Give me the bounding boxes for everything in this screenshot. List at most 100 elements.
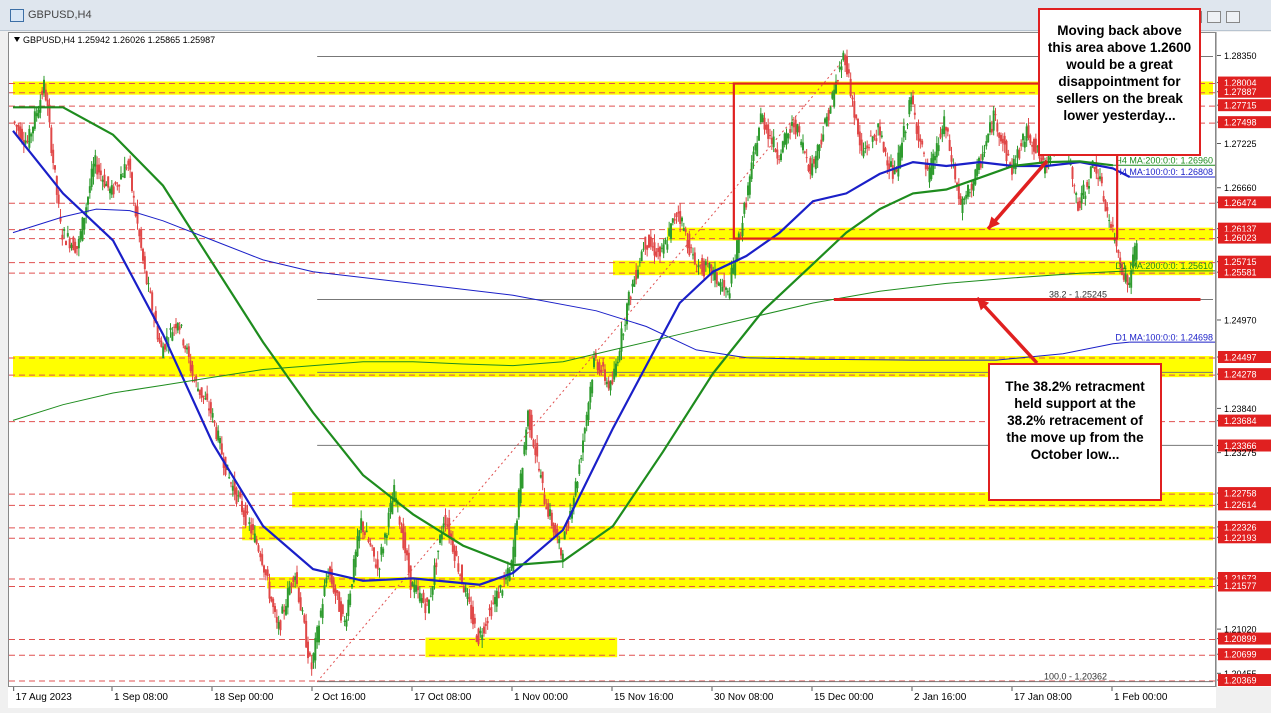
candle-body (703, 260, 705, 277)
candle-body (202, 395, 205, 398)
candle-body (231, 485, 234, 491)
candle-body (506, 567, 509, 578)
candle-body (688, 233, 691, 255)
candle-body (1027, 125, 1030, 138)
candle-body (472, 606, 474, 625)
candle-body (813, 158, 815, 164)
candle-body (550, 512, 553, 527)
candle-body (404, 532, 407, 554)
candle-body (301, 610, 304, 612)
candle-body (70, 244, 73, 249)
price-scale[interactable]: 1.28350 1.28004 1.27887 1.27715 1.27498 1.272… (1216, 32, 1271, 687)
price-tick-label: 1.25715 (1224, 257, 1257, 267)
candle-body (378, 568, 381, 570)
candle-body (981, 153, 984, 160)
candle-body (668, 228, 671, 236)
candle-body (464, 587, 467, 593)
candle-body (666, 244, 669, 250)
candle-body (499, 585, 502, 588)
candle-body (756, 142, 759, 156)
candle-body (444, 514, 447, 525)
moving-average-label: H4 MA:100:0:0: 1.26808 (1115, 167, 1213, 177)
candle-body (715, 272, 718, 284)
candle-body (1031, 144, 1034, 147)
price-chart: 38.2 - 1.2524550.0 - 1.2431361.8 - 1.233… (9, 49, 1215, 683)
time-tick-label: 17 Oct 08:00 (414, 692, 472, 703)
candle-body (272, 598, 275, 608)
candle-body (1071, 167, 1074, 180)
price-tick-label: 1.27498 (1224, 118, 1257, 128)
close-button[interactable] (1226, 11, 1240, 23)
candle-body (675, 213, 678, 218)
candle-body (426, 597, 429, 603)
price-tick-label: 1.26474 (1224, 198, 1257, 208)
candle-body (693, 252, 696, 265)
candle-body (253, 533, 256, 543)
candle-body (79, 231, 82, 240)
candle-body (297, 587, 300, 602)
candle-body (492, 602, 495, 604)
candle-body (970, 183, 973, 190)
candle-body (1111, 224, 1114, 227)
price-scale-labels: 1.283501.280041.278871.277151.274981.272… (1217, 51, 1271, 687)
candle-body (607, 380, 610, 389)
candle-body (94, 155, 97, 167)
candle-body (937, 145, 940, 152)
candle-body (574, 481, 577, 496)
candle-body (145, 271, 148, 284)
time-tick-label: 15 Nov 16:00 (614, 692, 674, 703)
candle-body (187, 346, 190, 357)
candle-body (420, 598, 423, 603)
candle-body (706, 262, 709, 264)
candle-body (677, 211, 680, 214)
candle-body (611, 379, 614, 384)
candle-body (664, 239, 667, 245)
time-tick-label: 17 Aug 2023 (16, 692, 73, 703)
time-scale[interactable]: 17 Aug 2023 1 Sep 08:00 18 Sep 00:00 2 Oct … (8, 687, 1216, 708)
candle-body (433, 565, 436, 585)
candle-body (402, 523, 405, 549)
candle-body (28, 128, 31, 148)
candle-body (374, 564, 377, 568)
candle-body (787, 133, 790, 139)
candle-body (413, 584, 416, 593)
candle-body (723, 280, 726, 288)
candle-body (512, 546, 515, 574)
time-tick-label: 2 Oct 16:00 (314, 692, 366, 703)
candle-body (129, 158, 132, 170)
price-tick-label: 1.26660 (1224, 183, 1257, 193)
candle-body (563, 531, 566, 540)
candle-body (318, 625, 320, 643)
candle-body (217, 430, 220, 441)
candle-body (186, 347, 188, 350)
candle-body (805, 157, 808, 159)
maximize-button[interactable] (1207, 11, 1221, 23)
candle-body (501, 590, 504, 596)
candle-body (847, 69, 850, 74)
candle-body (990, 128, 993, 133)
candle-body (699, 264, 702, 266)
candle-body (242, 510, 245, 518)
candle-body (866, 145, 869, 149)
candle-body (528, 409, 531, 431)
candle-body (264, 569, 267, 576)
candle-body (140, 229, 143, 248)
candle-body (182, 339, 185, 346)
candle-body (519, 473, 522, 504)
candle-body (484, 623, 487, 627)
candle-body (455, 550, 458, 556)
candle-body (747, 185, 749, 196)
candle-body (840, 66, 843, 71)
candle-body (1082, 184, 1085, 196)
candle-body (943, 116, 946, 135)
candle-body (1020, 143, 1023, 147)
chart-area[interactable]: 38.2 - 1.2524550.0 - 1.2431361.8 - 1.233… (8, 32, 1216, 687)
candle-body (930, 158, 933, 180)
candle-body (906, 124, 909, 126)
candle-body (428, 599, 430, 614)
candle-body (769, 135, 771, 137)
dropdown-triangle-icon[interactable] (14, 37, 20, 42)
candle-body (26, 140, 29, 142)
candle-body (206, 393, 209, 400)
callout-top: Moving back above this area above 1.2600… (1038, 8, 1201, 156)
